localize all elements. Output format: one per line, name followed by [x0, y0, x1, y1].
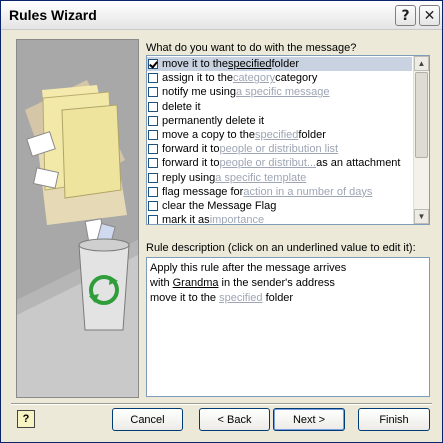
action-item[interactable]: notify me using a specific message: [147, 85, 412, 99]
action-text: folder: [271, 58, 299, 70]
action-text: forward it to: [162, 157, 220, 170]
action-text: clear the Message Flag: [162, 200, 277, 212]
action-checkbox[interactable]: [148, 144, 158, 155]
scroll-thumb[interactable]: [415, 72, 428, 158]
action-value-link[interactable]: people or distribut...: [219, 157, 316, 169]
scroll-up-button[interactable]: ▲: [414, 56, 429, 71]
description-value-link[interactable]: Grandma: [173, 277, 219, 289]
back-button[interactable]: < Back: [199, 408, 270, 431]
action-checkbox[interactable]: [148, 73, 158, 84]
description-text: with: [150, 277, 173, 289]
title-close-button[interactable]: ✕: [419, 5, 440, 26]
action-item[interactable]: forward it to people or distribut... as …: [147, 156, 412, 170]
action-text: category: [275, 72, 318, 85]
action-item[interactable]: clear the Message Flag: [147, 199, 412, 213]
bottom-separator: [11, 403, 432, 405]
action-text: notify me using: [162, 86, 236, 99]
rules-wizard-window: Rules Wizard ? ✕ What do you want to do …: [0, 0, 443, 443]
action-checkbox[interactable]: [148, 87, 158, 98]
action-item[interactable]: reply using a specific template: [147, 171, 412, 185]
description-text: move it to the: [150, 292, 220, 304]
action-text: move it to the: [162, 58, 229, 70]
action-value-link[interactable]: category: [233, 72, 275, 84]
description-line: with Grandma in the sender's address: [150, 277, 335, 289]
description-line: move it to the specified folder: [150, 292, 293, 304]
action-item[interactable]: move a copy to the specified folder: [147, 128, 412, 142]
action-checkbox[interactable]: [148, 215, 158, 224]
description-text: folder: [262, 292, 294, 304]
action-checkbox[interactable]: [148, 172, 158, 183]
action-text: folder: [298, 129, 326, 141]
rule-description-box: Apply this rule after the message arrive…: [146, 257, 430, 397]
description-prompt-label: Rule description (click on an underlined…: [146, 242, 416, 254]
action-text: as an attachment: [316, 157, 401, 170]
action-text: mark it as: [162, 214, 210, 225]
description-value-link[interactable]: specified: [219, 292, 262, 304]
action-checkbox[interactable]: [148, 186, 158, 197]
action-text: reply using: [162, 171, 216, 184]
action-checkbox[interactable]: [148, 101, 158, 112]
actions-scrollbar[interactable]: ▲ ▼: [413, 56, 429, 224]
actions-listbox[interactable]: move it to the specified folder assign it…: [146, 55, 430, 225]
action-item[interactable]: flag message for action in a number of d…: [147, 185, 412, 199]
action-checkbox[interactable]: [148, 130, 158, 140]
cancel-button[interactable]: Cancel: [112, 408, 183, 431]
title-bar: Rules Wizard ? ✕: [1, 1, 442, 30]
action-checkbox[interactable]: [148, 59, 158, 69]
action-item[interactable]: move it to the specified folder: [147, 57, 412, 71]
action-value-link[interactable]: a specific message: [236, 86, 330, 98]
action-value-link[interactable]: specified: [255, 129, 298, 141]
action-item[interactable]: assign it to the category category: [147, 71, 412, 85]
action-text: move a copy to the: [162, 129, 255, 141]
action-checkbox[interactable]: [148, 158, 158, 169]
next-button[interactable]: Next >: [273, 408, 345, 431]
description-line: Apply this rule after the message arrive…: [150, 262, 346, 274]
window-title: Rules Wizard: [9, 7, 97, 23]
actions-prompt-label: What do you want to do with the message?: [146, 42, 357, 54]
action-value-link[interactable]: action in a number of days: [243, 186, 372, 198]
action-text: assign it to the: [162, 72, 233, 85]
description-text: in the sender's address: [218, 277, 335, 289]
wizard-illustration: [16, 39, 139, 398]
action-item[interactable]: permanently delete it: [147, 114, 412, 128]
action-value-link[interactable]: importance: [210, 214, 264, 224]
action-text: permanently delete it: [162, 114, 265, 127]
action-item[interactable]: forward it to people or distribution lis…: [147, 142, 412, 156]
action-text: forward it to: [162, 143, 220, 156]
scroll-down-button[interactable]: ▼: [414, 209, 429, 224]
help-icon[interactable]: ?: [17, 410, 35, 428]
action-item[interactable]: delete it: [147, 100, 412, 114]
action-text: flag message for: [162, 185, 244, 198]
title-help-button[interactable]: ?: [395, 5, 416, 26]
action-checkbox[interactable]: [148, 201, 158, 211]
action-value-link[interactable]: a specific template: [215, 172, 306, 184]
action-value-link[interactable]: specified: [228, 58, 271, 70]
folders-and-recycle-bin-illustration: [17, 80, 138, 397]
action-text: delete it: [162, 100, 201, 113]
action-item[interactable]: mark it as importance: [147, 213, 412, 225]
finish-button[interactable]: Finish: [358, 408, 430, 431]
description-text: Apply this rule after the message arrive…: [150, 262, 347, 274]
action-checkbox[interactable]: [148, 115, 158, 126]
action-value-link[interactable]: people or distribution list: [219, 143, 338, 155]
